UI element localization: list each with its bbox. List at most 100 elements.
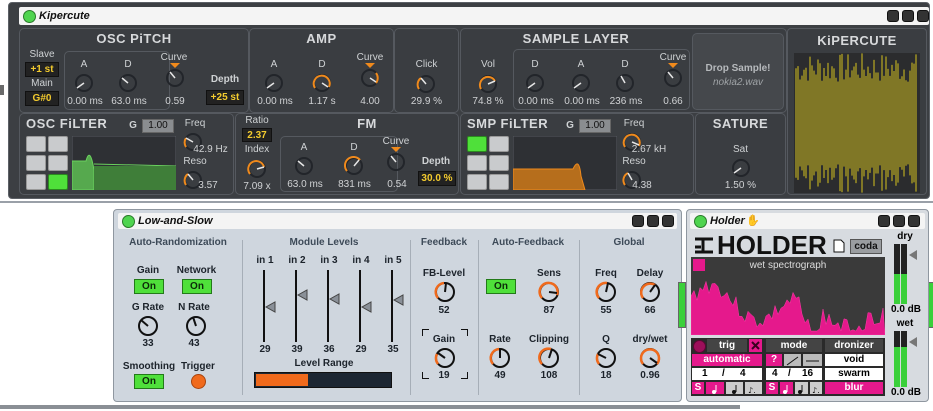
level-fader-track[interactable]: [359, 270, 361, 342]
trig-close-icon[interactable]: [749, 339, 762, 352]
smp-filter-graph[interactable]: [513, 136, 617, 190]
device-menu-icon[interactable]: [908, 215, 920, 227]
peak-filter-button[interactable]: [489, 174, 509, 190]
lowpass-filter-button[interactable]: [26, 136, 46, 152]
level-fader-track[interactable]: [327, 270, 329, 342]
notch-filter-button[interactable]: [489, 155, 509, 171]
void-button[interactable]: void: [825, 354, 883, 366]
peak-filter-button[interactable]: [48, 174, 68, 190]
slave-field[interactable]: +1 st: [25, 62, 59, 77]
curve-knob[interactable]: [385, 147, 407, 173]
vol-knob[interactable]: [477, 73, 499, 95]
a-knob[interactable]: [294, 156, 314, 176]
power-button[interactable]: [122, 215, 135, 228]
a-knob[interactable]: [74, 73, 94, 93]
note-quarter-icon[interactable]: [780, 382, 793, 394]
level-fader-handle[interactable]: [360, 301, 372, 314]
shelf-filter-button[interactable]: [26, 174, 46, 190]
device-menu-icon[interactable]: [662, 215, 674, 227]
ratio-field[interactable]: 2.37: [242, 128, 272, 142]
network-random-toggle[interactable]: On: [182, 279, 212, 294]
document-icon[interactable]: [833, 239, 845, 253]
power-button[interactable]: [694, 215, 707, 228]
trig-division[interactable]: 1 / 4: [692, 368, 762, 380]
smoothing-toggle[interactable]: On: [134, 374, 164, 389]
g-rate-knob[interactable]: [136, 314, 160, 338]
mode-division[interactable]: 4 / 16: [766, 368, 822, 380]
clipping-knob[interactable]: [537, 346, 561, 370]
fb-level-knob[interactable]: [433, 280, 457, 304]
device-menu-icon[interactable]: [917, 10, 929, 22]
level-fader-track[interactable]: [263, 270, 265, 342]
depth-field[interactable]: +25 st: [206, 90, 244, 105]
mode-sync-button[interactable]: S: [766, 382, 778, 394]
slope-up-icon[interactable]: [784, 354, 801, 366]
shelf-filter-button[interactable]: [467, 174, 487, 190]
n-rate-knob[interactable]: [184, 314, 208, 338]
curve-knob[interactable]: [164, 63, 186, 89]
g-field[interactable]: 1.00: [142, 119, 174, 133]
freq-knob[interactable]: [594, 280, 618, 304]
gain-knob[interactable]: [433, 346, 457, 370]
curve-knob[interactable]: [662, 63, 684, 89]
hot-swap-icon[interactable]: [647, 215, 659, 227]
trig-sync-button[interactable]: S: [692, 382, 704, 394]
flat-line-icon[interactable]: [803, 354, 822, 366]
dry-wet-knob[interactable]: [638, 346, 662, 370]
bandpass-filter-button[interactable]: [26, 155, 46, 171]
note-eighth-icon[interactable]: [795, 382, 808, 394]
note-eighth-icon[interactable]: [726, 382, 743, 394]
hot-swap-icon[interactable]: [902, 10, 914, 22]
dry-fader-handle[interactable]: [909, 250, 917, 260]
power-button[interactable]: [23, 10, 36, 23]
sens-knob[interactable]: [537, 280, 561, 304]
level-fader-track[interactable]: [391, 270, 393, 342]
trigger-button[interactable]: [191, 374, 206, 389]
auto-feedback-toggle[interactable]: On: [486, 279, 516, 294]
depth-field[interactable]: 30.0 %: [418, 171, 456, 186]
bandpass-filter-button[interactable]: [467, 155, 487, 171]
d-knob[interactable]: [312, 73, 332, 93]
gain-random-toggle[interactable]: On: [134, 279, 164, 294]
d1-knob[interactable]: [525, 73, 545, 93]
note-triplet-icon[interactable]: ♪.: [745, 382, 762, 395]
main-field[interactable]: G#0: [25, 91, 59, 106]
wet-fader-handle[interactable]: [909, 337, 917, 347]
level-range-slider[interactable]: [254, 372, 392, 388]
level-fader-track[interactable]: [295, 270, 297, 342]
g-field[interactable]: 1.00: [579, 119, 611, 133]
save-preset-icon[interactable]: [887, 10, 899, 22]
save-preset-icon[interactable]: [878, 215, 890, 227]
index-knob[interactable]: [246, 158, 268, 180]
sample-drop-zone[interactable]: Drop Sample! nokia2.wav: [692, 33, 784, 110]
delay-knob[interactable]: [638, 280, 662, 304]
q-knob[interactable]: [594, 346, 618, 370]
coda-button[interactable]: coda: [850, 239, 882, 254]
d-knob[interactable]: [118, 73, 138, 93]
level-fader-handle[interactable]: [264, 301, 276, 314]
d-knob[interactable]: [344, 156, 364, 176]
hot-swap-icon[interactable]: [893, 215, 905, 227]
lowpass-filter-button[interactable]: [467, 136, 487, 152]
note-quarter-icon[interactable]: [706, 382, 724, 394]
blur-button[interactable]: blur: [825, 382, 883, 394]
curve-knob[interactable]: [359, 63, 381, 89]
trig-led[interactable]: [693, 340, 706, 353]
a-knob[interactable]: [571, 73, 591, 93]
note-triplet-icon[interactable]: ♪.: [810, 382, 822, 395]
level-fader-handle[interactable]: [328, 292, 340, 305]
save-preset-icon[interactable]: [632, 215, 644, 227]
horizontal-scrollbar[interactable]: [0, 405, 740, 409]
highpass-filter-button[interactable]: [489, 136, 509, 152]
help-button[interactable]: ?: [766, 354, 782, 366]
a-knob[interactable]: [264, 73, 284, 93]
click-knob[interactable]: [415, 73, 437, 95]
osc-filter-graph[interactable]: [72, 136, 176, 190]
level-fader-handle[interactable]: [296, 289, 308, 302]
rate-knob[interactable]: [488, 346, 512, 370]
sat-knob[interactable]: [730, 157, 752, 179]
swarm-button[interactable]: swarm: [825, 368, 883, 380]
notch-filter-button[interactable]: [48, 155, 68, 171]
d2-knob[interactable]: [615, 73, 635, 93]
highpass-filter-button[interactable]: [48, 136, 68, 152]
